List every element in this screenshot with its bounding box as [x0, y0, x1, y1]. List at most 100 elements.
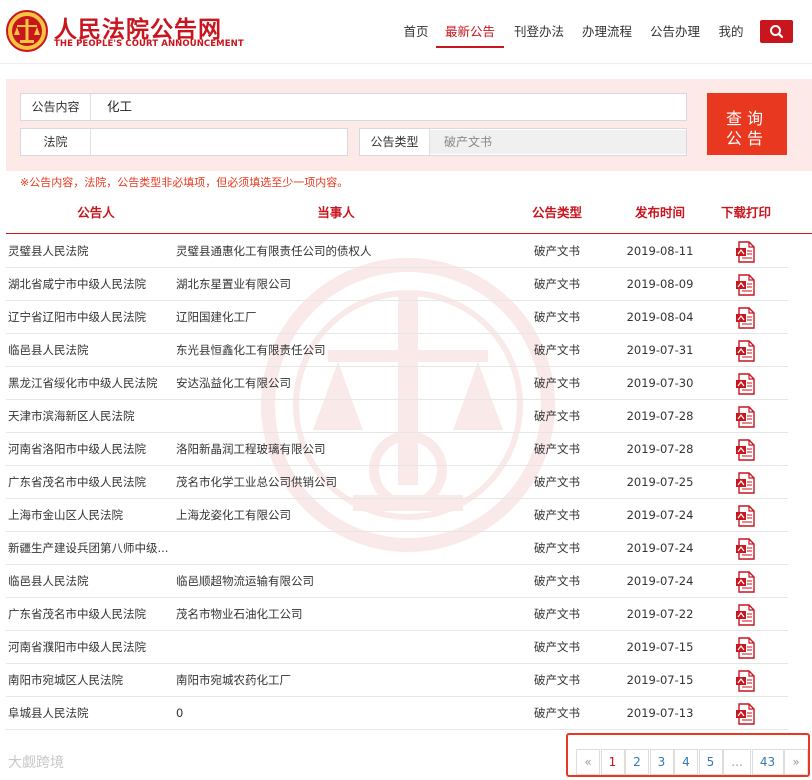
- row-court[interactable]: 上海市金山区人民法院: [8, 499, 176, 532]
- type-select[interactable]: 破产文书: [430, 130, 686, 154]
- row-date: 2019-07-24: [626, 541, 694, 555]
- table-row: 天津市滨海新区人民法院 破产文书 2019-07-28: [6, 400, 788, 433]
- page-button[interactable]: 5: [698, 749, 723, 775]
- court-field: 法院: [20, 128, 348, 156]
- pdf-download-icon[interactable]: [735, 274, 757, 296]
- page-button[interactable]: 1: [600, 749, 625, 775]
- pdf-download-icon[interactable]: [735, 373, 757, 395]
- row-type: 破产文书: [534, 442, 580, 456]
- row-type: 破产文书: [534, 310, 580, 324]
- row-court[interactable]: 天津市滨海新区人民法院: [8, 400, 176, 433]
- page-button[interactable]: 3: [649, 749, 674, 775]
- pdf-download-icon[interactable]: [735, 571, 757, 593]
- page-button[interactable]: 2: [625, 749, 649, 775]
- content-field-label: 公告内容: [21, 94, 91, 120]
- content-input[interactable]: [107, 94, 667, 120]
- page-next-button[interactable]: »: [784, 749, 808, 775]
- pdf-download-icon[interactable]: [735, 505, 757, 527]
- page-button[interactable]: 43: [751, 749, 784, 775]
- row-date: 2019-07-28: [626, 442, 694, 456]
- nav-item-process[interactable]: 办理流程: [582, 16, 632, 48]
- header-search-button[interactable]: [760, 20, 793, 43]
- nav-item-publish-method[interactable]: 刊登办法: [514, 16, 564, 48]
- row-court[interactable]: 河南省洛阳市中级人民法院: [8, 433, 176, 466]
- row-type: 破产文书: [534, 640, 580, 654]
- pdf-download-icon[interactable]: [735, 670, 757, 692]
- row-type: 破产文书: [534, 673, 580, 687]
- query-button-label: 查询 公告: [725, 109, 768, 148]
- site-logo[interactable]: 人民法院公告网 THE PEOPLE'S COURT ANNOUNCEMENT: [6, 8, 244, 56]
- court-field-label: 法院: [21, 129, 91, 155]
- table-row: 湖北省咸宁市中级人民法院 湖北东星置业有限公司 破产文书 2019-08-09: [6, 268, 788, 301]
- court-input[interactable]: [97, 129, 337, 155]
- row-date: 2019-08-09: [626, 277, 694, 291]
- row-court[interactable]: 临邑县人民法院: [8, 565, 176, 598]
- row-court[interactable]: 新疆生产建设兵团第八师中级...: [8, 532, 176, 565]
- query-button[interactable]: 查询 公告: [707, 93, 787, 155]
- row-party: [176, 532, 476, 565]
- pdf-download-icon[interactable]: [735, 340, 757, 362]
- row-type: 破产文书: [534, 574, 580, 588]
- row-court[interactable]: 广东省茂名市中级人民法院: [8, 466, 176, 499]
- row-court[interactable]: 广东省茂名市中级人民法院: [8, 598, 176, 631]
- table-row: 灵璧县人民法院 灵璧县通惠化工有限责任公司的债权人 破产文书 2019-08-11: [6, 235, 788, 268]
- pdf-download-icon[interactable]: [735, 406, 757, 428]
- row-type: 破产文书: [534, 409, 580, 423]
- pdf-download-icon[interactable]: [735, 307, 757, 329]
- table-row: 南阳市宛城区人民法院 南阳市宛城农药化工厂 破产文书 2019-07-15: [6, 664, 788, 697]
- col-header-type: 公告类型: [531, 205, 582, 220]
- row-party: 东光县恒鑫化工有限责任公司: [176, 343, 326, 357]
- row-party: [176, 400, 476, 433]
- pdf-download-icon[interactable]: [735, 637, 757, 659]
- row-type: 破产文书: [534, 475, 580, 489]
- nav-item-home[interactable]: 首页: [402, 16, 430, 48]
- col-header-download: 下载打印: [720, 205, 771, 220]
- row-party: 临邑顺超物流运输有限公司: [176, 574, 314, 588]
- type-field: 公告类型 破产文书: [359, 128, 687, 156]
- row-court[interactable]: 黑龙江省绥化市中级人民法院: [8, 367, 176, 400]
- table-row: 临邑县人民法院 临邑顺超物流运输有限公司 破产文书 2019-07-24: [6, 565, 788, 598]
- row-date: 2019-07-22: [626, 607, 694, 621]
- row-court[interactable]: 南阳市宛城区人民法院: [8, 664, 176, 697]
- pdf-download-icon[interactable]: [735, 703, 757, 725]
- table-row: 广东省茂名市中级人民法院 茂名市化学工业总公司供销公司 破产文书 2019-07-25: [6, 466, 788, 499]
- row-date: 2019-07-30: [626, 376, 694, 390]
- row-type: 破产文书: [534, 508, 580, 522]
- row-date: 2019-07-13: [626, 706, 694, 720]
- page-button[interactable]: 4: [674, 749, 698, 775]
- table-row: 广东省茂名市中级人民法院 茂名市物业石油化工公司 破产文书 2019-07-22: [6, 598, 788, 631]
- pdf-download-icon[interactable]: [735, 538, 757, 560]
- nav-item-latest[interactable]: 最新公告: [436, 16, 504, 48]
- row-party: [176, 631, 476, 664]
- pdf-download-icon[interactable]: [735, 241, 757, 263]
- search-hint: ※公告内容，法院，公告类型非必填项，但必须填选至少一项内容。: [20, 176, 349, 189]
- row-date: 2019-07-15: [626, 640, 694, 654]
- row-court[interactable]: 湖北省咸宁市中级人民法院: [8, 268, 176, 301]
- page-prev-button[interactable]: «: [576, 749, 600, 775]
- pdf-download-icon[interactable]: [735, 472, 757, 494]
- row-party: 洛阳新晶润工程玻璃有限公司: [176, 442, 326, 456]
- row-type: 破产文书: [534, 244, 580, 258]
- row-date: 2019-07-24: [626, 574, 694, 588]
- site-subtitle: THE PEOPLE'S COURT ANNOUNCEMENT: [54, 39, 244, 49]
- table-row: 河南省洛阳市中级人民法院 洛阳新晶润工程玻璃有限公司 破产文书 2019-07-28: [6, 433, 788, 466]
- court-emblem-icon: [6, 10, 48, 52]
- row-type: 破产文书: [534, 607, 580, 621]
- nav-item-handle[interactable]: 公告办理: [650, 16, 700, 48]
- row-court[interactable]: 河南省濮阳市中级人民法院: [8, 631, 176, 664]
- page-ellipsis: ...: [723, 749, 751, 775]
- row-date: 2019-08-11: [626, 244, 694, 258]
- row-court[interactable]: 临邑县人民法院: [8, 334, 176, 367]
- nav-item-mine[interactable]: 我的: [718, 16, 744, 48]
- row-type: 破产文书: [534, 706, 580, 720]
- row-court[interactable]: 阜城县人民法院: [8, 697, 176, 730]
- table-row: 辽宁省辽阳市中级人民法院 辽阳国建化工厂 破产文书 2019-08-04: [6, 301, 788, 334]
- pdf-download-icon[interactable]: [735, 604, 757, 626]
- row-court[interactable]: 灵璧县人民法院: [8, 235, 176, 268]
- row-party: 辽阳国建化工厂: [176, 310, 257, 324]
- row-date: 2019-07-24: [626, 508, 694, 522]
- pdf-download-icon[interactable]: [735, 439, 757, 461]
- row-court[interactable]: 辽宁省辽阳市中级人民法院: [8, 301, 176, 334]
- col-header-announcer: 公告人: [77, 205, 115, 220]
- table-row: 新疆生产建设兵团第八师中级... 破产文书 2019-07-24: [6, 532, 788, 565]
